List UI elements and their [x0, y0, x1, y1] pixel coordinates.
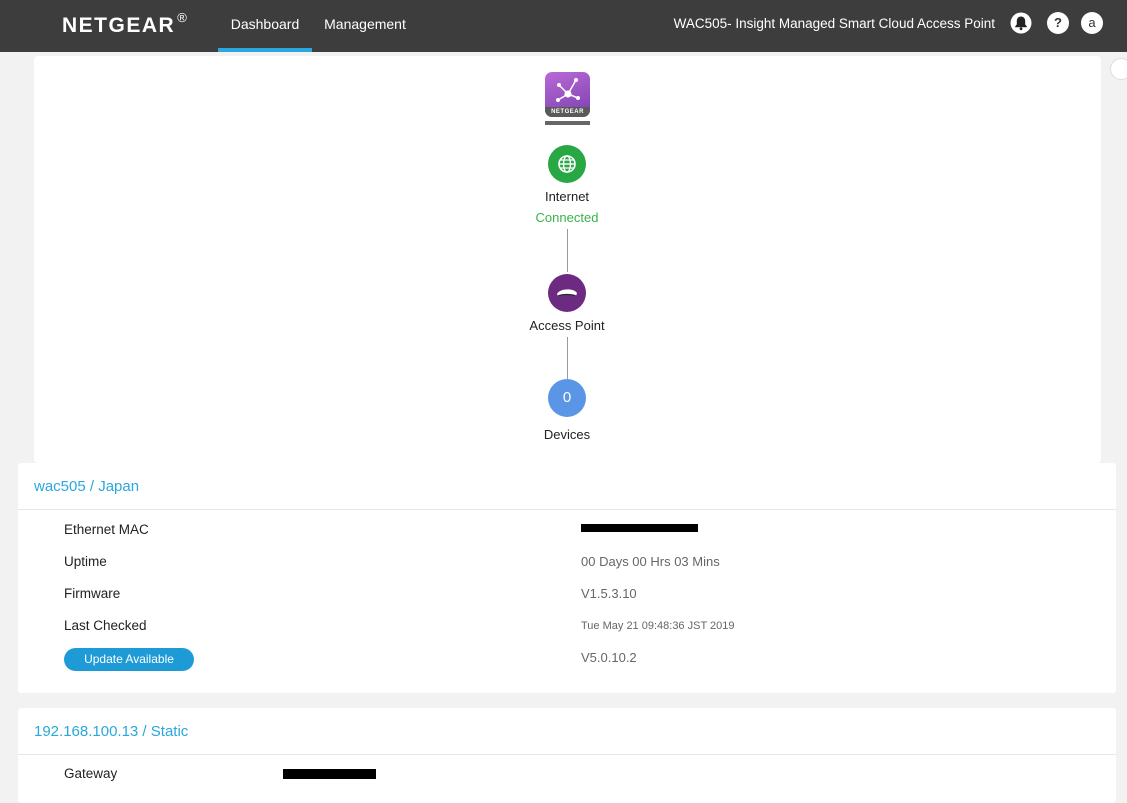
- side-panel-toggle[interactable]: [1110, 58, 1127, 80]
- device-title: WAC505- Insight Managed Smart Cloud Acce…: [673, 16, 995, 31]
- devices-count-badge[interactable]: 0: [548, 379, 586, 417]
- update-version-value: V5.0.10.2: [581, 650, 637, 665]
- network-info-card: 192.168.100.13 / Static Gateway: [18, 708, 1116, 803]
- access-point-icon[interactable]: [548, 274, 586, 312]
- device-info-card: wac505 / Japan Ethernet MAC Uptime 00 Da…: [18, 463, 1116, 693]
- logo-text: NETGEAR: [62, 14, 176, 37]
- uptime-label: Uptime: [64, 554, 107, 569]
- ethernet-mac-label: Ethernet MAC: [64, 522, 149, 537]
- internet-globe-icon[interactable]: [548, 145, 586, 183]
- ethernet-mac-value-redacted: [581, 524, 698, 532]
- last-checked-value: Tue May 21 09:48:36 JST 2019: [581, 620, 735, 632]
- top-navigation-bar: NETGEAR ® Dashboard Management WAC505- In…: [0, 0, 1127, 52]
- devices-label: Devices: [543, 427, 591, 442]
- uptime-value: 00 Days 00 Hrs 03 Mins: [581, 554, 720, 569]
- user-avatar-icon[interactable]: a: [1081, 12, 1103, 34]
- firmware-value: V1.5.3.10: [581, 586, 637, 601]
- connector-line: [567, 337, 568, 379]
- device-card-title[interactable]: wac505 / Japan: [18, 463, 1116, 510]
- help-icon[interactable]: ?: [1047, 12, 1069, 34]
- internet-status: Connected: [535, 210, 599, 225]
- logo-registered-mark: ®: [177, 10, 189, 25]
- network-hub-icon: [556, 78, 580, 102]
- tab-management[interactable]: Management: [318, 0, 412, 52]
- firmware-label: Firmware: [64, 586, 121, 601]
- insight-cloud-icon[interactable]: NETGEAR: [545, 72, 590, 117]
- gateway-value-redacted: [283, 769, 376, 779]
- update-available-button[interactable]: Update Available: [64, 648, 194, 671]
- network-card-title[interactable]: 192.168.100.13 / Static: [18, 708, 1116, 755]
- bell-icon[interactable]: [1010, 12, 1032, 34]
- cloud-brand-label: NETGEAR: [545, 107, 590, 117]
- gateway-label: Gateway: [64, 766, 118, 781]
- access-point-label: Access Point: [529, 318, 605, 333]
- tab-dashboard[interactable]: Dashboard: [218, 0, 312, 52]
- internet-label: Internet: [544, 189, 590, 204]
- netgear-logo[interactable]: NETGEAR ®: [62, 10, 189, 38]
- cloud-underline: [545, 121, 590, 125]
- connector-line: [567, 229, 568, 272]
- last-checked-label: Last Checked: [64, 618, 147, 633]
